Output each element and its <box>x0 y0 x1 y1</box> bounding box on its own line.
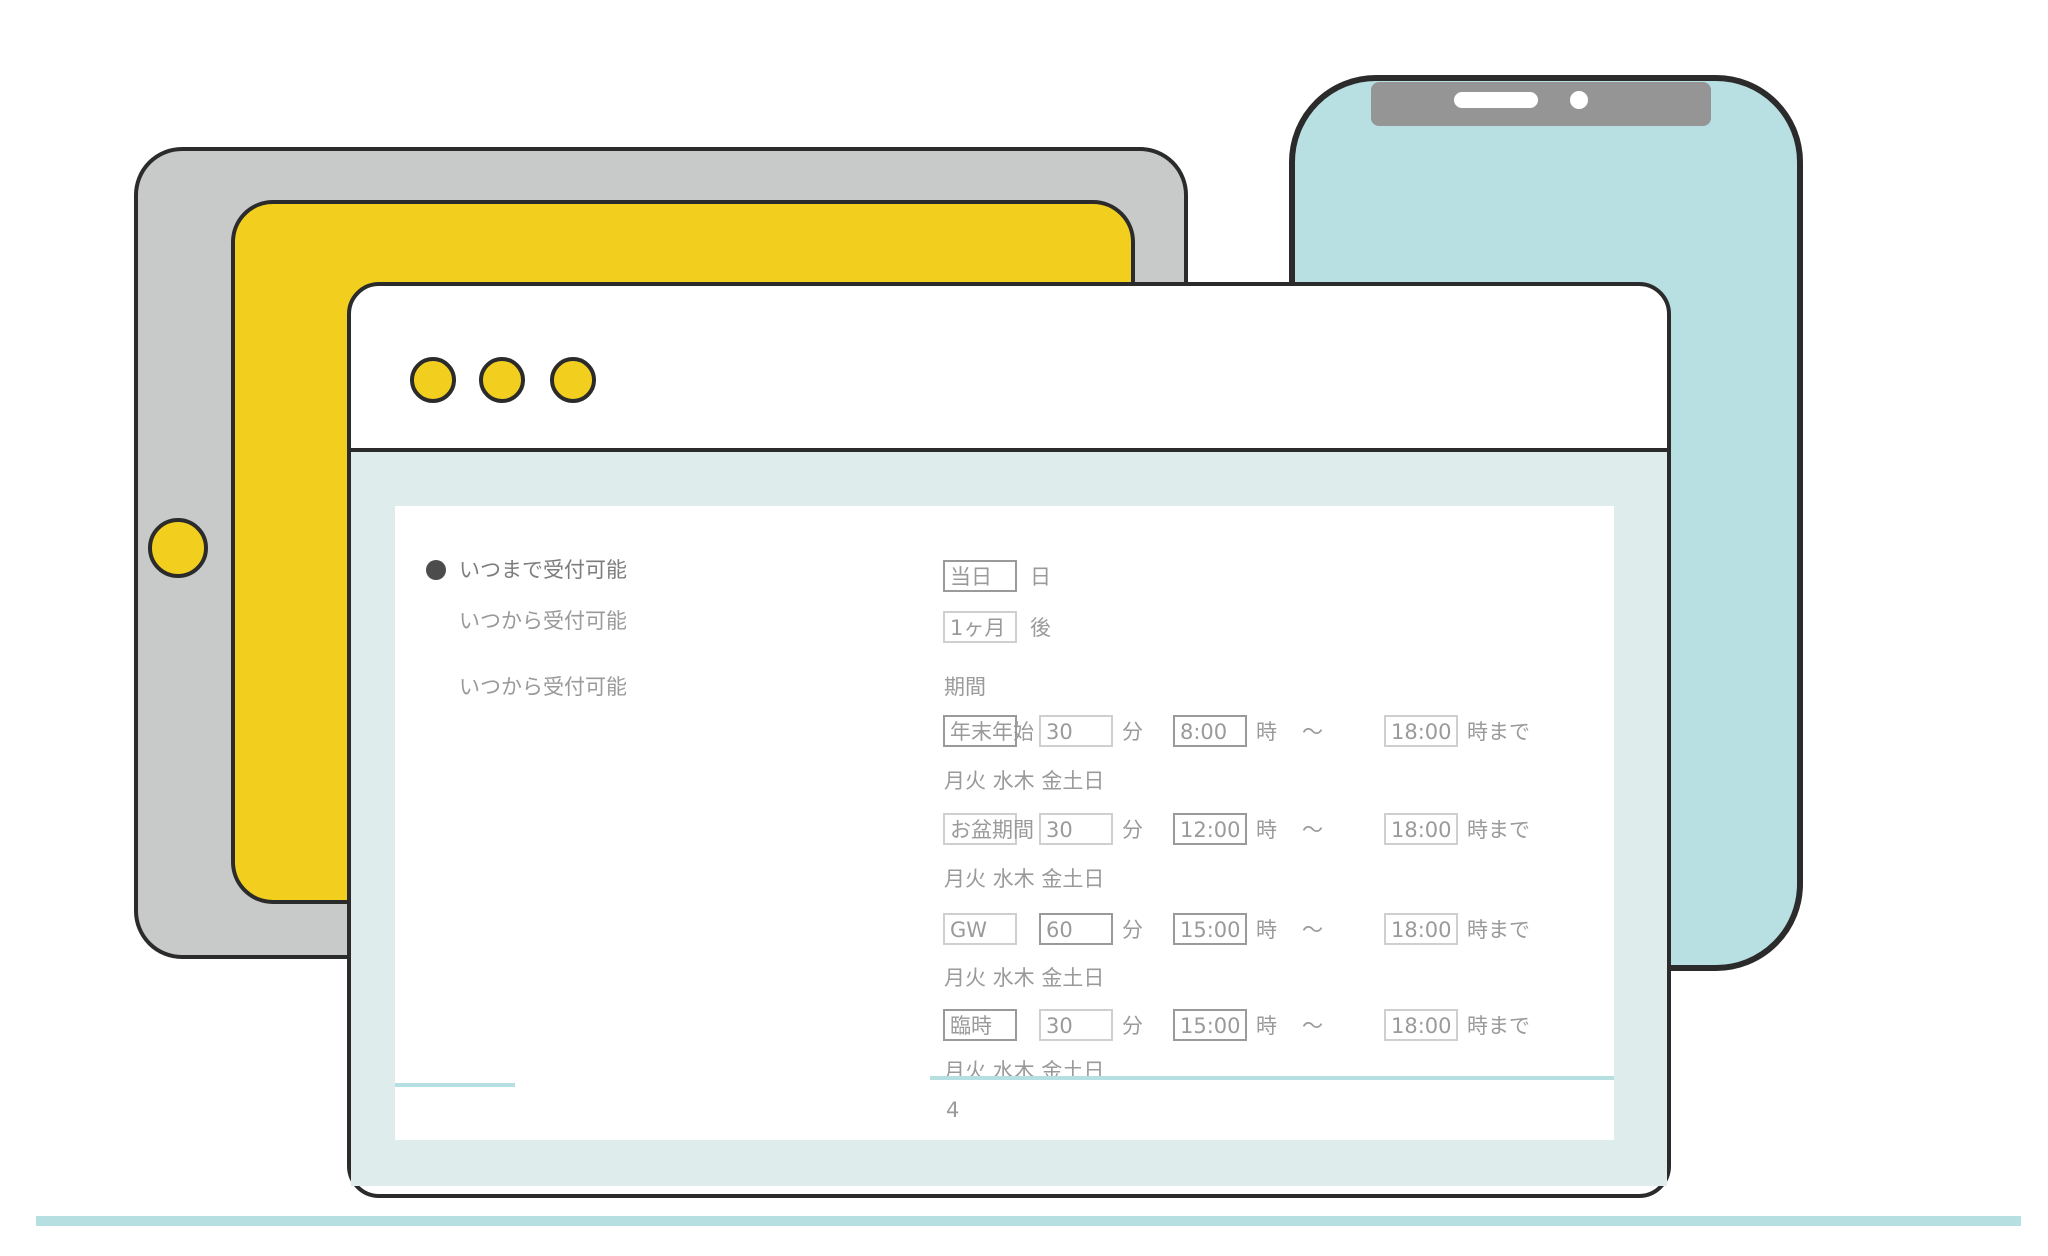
weekday-checkboxes[interactable]: 月火 水木 金土日 <box>944 966 1104 990</box>
end-time-value: 18:00 <box>1391 818 1452 842</box>
count-value: 30 <box>1046 720 1073 744</box>
window-dot-icon[interactable] <box>479 357 525 403</box>
window-dot-icon[interactable] <box>410 357 456 403</box>
end-unit: 時まで <box>1467 918 1530 942</box>
end-time-value: 18:00 <box>1391 1014 1452 1038</box>
start-unit: 時 <box>1256 1014 1277 1038</box>
weekday-checkboxes[interactable]: 月火 水木 金土日 <box>944 769 1104 793</box>
name-value: GW <box>950 918 987 942</box>
device-illustration: いつまで受付可能 いつから受付可能 いつから受付可能 当日 日 1ヶ月 後 期間… <box>36 75 2021 1226</box>
range-mark: 〜 <box>1302 720 1323 744</box>
end-unit: 時まで <box>1467 1014 1530 1038</box>
floor-line <box>36 1216 2021 1226</box>
select-value: 1ヶ月 <box>950 616 1005 640</box>
browser-window: いつまで受付可能 いつから受付可能 いつから受付可能 当日 日 1ヶ月 後 期間… <box>347 282 1671 1198</box>
count-value: 30 <box>1046 818 1073 842</box>
end-time-value: 18:00 <box>1391 918 1452 942</box>
setting-label: いつから受付可能 <box>459 675 627 699</box>
count-unit: 分 <box>1122 818 1143 842</box>
end-unit: 時まで <box>1467 818 1530 842</box>
schedule-header: 期間 <box>944 675 986 699</box>
unit-label: 日 <box>1030 565 1051 589</box>
footer-value: 4 <box>946 1098 959 1122</box>
start-unit: 時 <box>1256 818 1277 842</box>
name-value: お盆期間 <box>950 818 1034 842</box>
home-button-icon[interactable] <box>148 518 208 578</box>
start-time-value: 12:00 <box>1180 818 1241 842</box>
weekday-checkboxes[interactable]: 月火 水木 金土日 <box>944 867 1104 891</box>
start-unit: 時 <box>1256 918 1277 942</box>
name-value: 臨時 <box>950 1014 992 1038</box>
count-unit: 分 <box>1122 1014 1143 1038</box>
name-value: 年末年始 <box>950 720 1034 744</box>
speaker-icon <box>1454 92 1538 108</box>
range-mark: 〜 <box>1302 818 1323 842</box>
end-time-value: 18:00 <box>1391 720 1452 744</box>
setting-label: いつまで受付可能 <box>459 558 627 582</box>
start-time-value: 8:00 <box>1180 720 1227 744</box>
count-unit: 分 <box>1122 720 1143 744</box>
phone-notch <box>1371 82 1711 126</box>
range-mark: 〜 <box>1302 918 1323 942</box>
range-mark: 〜 <box>1302 1014 1323 1038</box>
count-value: 60 <box>1046 918 1073 942</box>
window-dots <box>410 357 596 403</box>
unit-label: 後 <box>1030 616 1051 640</box>
start-time-value: 15:00 <box>1180 1014 1241 1038</box>
select-value: 当日 <box>950 565 992 589</box>
setting-label: いつから受付可能 <box>459 609 627 633</box>
count-value: 30 <box>1046 1014 1073 1038</box>
count-unit: 分 <box>1122 918 1143 942</box>
window-dot-icon[interactable] <box>550 357 596 403</box>
start-time-value: 15:00 <box>1180 918 1241 942</box>
camera-icon <box>1570 91 1588 109</box>
end-unit: 時まで <box>1467 720 1530 744</box>
start-unit: 時 <box>1256 720 1277 744</box>
radio-icon[interactable] <box>426 560 446 580</box>
